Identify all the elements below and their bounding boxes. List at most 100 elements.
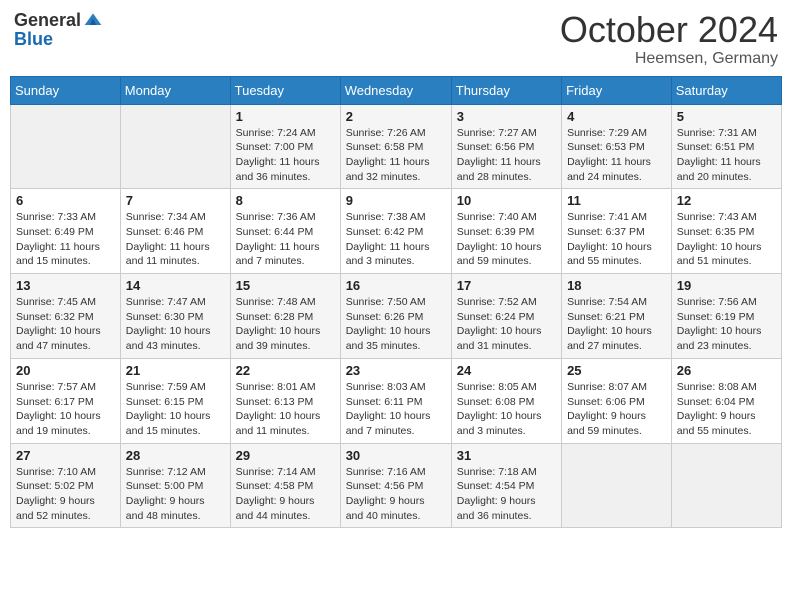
day-number: 30 [346,448,446,463]
calendar-cell: 31 Sunrise: 7:18 AM Sunset: 4:54 PM Dayli… [451,443,561,528]
calendar-cell [11,104,121,189]
title-section: October 2024 Heemsen, Germany [560,10,778,68]
calendar-cell: 6 Sunrise: 7:33 AM Sunset: 6:49 PM Daylig… [11,189,121,274]
calendar-cell: 29 Sunrise: 7:14 AM Sunset: 4:58 PM Dayli… [230,443,340,528]
weekday-header-thursday: Thursday [451,76,561,104]
weekday-header-monday: Monday [120,76,230,104]
day-info: Sunrise: 8:03 AM Sunset: 6:11 PM Dayligh… [346,380,446,439]
day-number: 3 [457,109,556,124]
weekday-header-saturday: Saturday [671,76,781,104]
calendar-cell: 7 Sunrise: 7:34 AM Sunset: 6:46 PM Daylig… [120,189,230,274]
weekday-header-wednesday: Wednesday [340,76,451,104]
calendar-week-3: 13Sunrise: 7:45 AM Sunset: 6:32 PM Dayli… [11,274,782,359]
calendar-cell [562,443,672,528]
day-number: 1 [236,109,335,124]
day-number: 23 [346,363,446,378]
day-info: Sunrise: 7:12 AM Sunset: 5:00 PM Dayligh… [126,465,225,524]
day-info: Sunrise: 7:54 AM Sunset: 6:21 PM Dayligh… [567,295,666,354]
calendar-cell: 3 Sunrise: 7:27 AM Sunset: 6:56 PM Daylig… [451,104,561,189]
calendar-table: SundayMondayTuesdayWednesdayThursdayFrid… [10,76,782,529]
calendar-cell [120,104,230,189]
calendar-cell: 10Sunrise: 7:40 AM Sunset: 6:39 PM Dayli… [451,189,561,274]
calendar-cell: 11Sunrise: 7:41 AM Sunset: 6:37 PM Dayli… [562,189,672,274]
day-number: 5 [677,109,776,124]
calendar-cell: 23 Sunrise: 8:03 AM Sunset: 6:11 PM Dayli… [340,358,451,443]
day-number: 20 [16,363,115,378]
calendar-cell: 28 Sunrise: 7:12 AM Sunset: 5:00 PM Dayli… [120,443,230,528]
day-info: Sunrise: 7:27 AM Sunset: 6:56 PM Dayligh… [457,126,556,185]
day-info: Sunrise: 7:59 AM Sunset: 6:15 PM Dayligh… [126,380,225,439]
calendar-cell: 16 Sunrise: 7:50 AM Sunset: 6:26 PM Dayli… [340,274,451,359]
calendar-cell: 27Sunrise: 7:10 AM Sunset: 5:02 PM Dayli… [11,443,121,528]
day-number: 16 [346,278,446,293]
day-number: 19 [677,278,776,293]
day-info: Sunrise: 7:38 AM Sunset: 6:42 PM Dayligh… [346,210,446,269]
day-info: Sunrise: 7:10 AM Sunset: 5:02 PM Dayligh… [16,465,115,524]
day-info: Sunrise: 7:40 AM Sunset: 6:39 PM Dayligh… [457,210,556,269]
day-number: 15 [236,278,335,293]
day-info: Sunrise: 7:18 AM Sunset: 4:54 PM Dayligh… [457,465,556,524]
logo: General Blue [14,10,103,49]
day-info: Sunrise: 7:50 AM Sunset: 6:26 PM Dayligh… [346,295,446,354]
day-number: 2 [346,109,446,124]
calendar-cell: 20Sunrise: 7:57 AM Sunset: 6:17 PM Dayli… [11,358,121,443]
day-info: Sunrise: 7:47 AM Sunset: 6:30 PM Dayligh… [126,295,225,354]
logo-blue: Blue [14,30,103,49]
calendar-cell: 26 Sunrise: 8:08 AM Sunset: 6:04 PM Dayli… [671,358,781,443]
day-number: 14 [126,278,225,293]
location: Heemsen, Germany [560,50,778,68]
calendar-cell: 2 Sunrise: 7:26 AM Sunset: 6:58 PM Daylig… [340,104,451,189]
day-info: Sunrise: 7:52 AM Sunset: 6:24 PM Dayligh… [457,295,556,354]
calendar-week-1: 1Sunrise: 7:24 AM Sunset: 7:00 PM Daylig… [11,104,782,189]
page-header: General Blue October 2024 Heemsen, Germa… [10,10,782,68]
day-number: 29 [236,448,335,463]
day-number: 9 [346,193,446,208]
calendar-cell: 19Sunrise: 7:56 AM Sunset: 6:19 PM Dayli… [671,274,781,359]
calendar-cell [671,443,781,528]
day-number: 25 [567,363,666,378]
day-info: Sunrise: 8:05 AM Sunset: 6:08 PM Dayligh… [457,380,556,439]
day-number: 13 [16,278,115,293]
day-number: 7 [126,193,225,208]
calendar-cell: 25Sunrise: 8:07 AM Sunset: 6:06 PM Dayli… [562,358,672,443]
day-number: 28 [126,448,225,463]
day-info: Sunrise: 7:26 AM Sunset: 6:58 PM Dayligh… [346,126,446,185]
calendar-week-4: 20Sunrise: 7:57 AM Sunset: 6:17 PM Dayli… [11,358,782,443]
calendar-cell: 21Sunrise: 7:59 AM Sunset: 6:15 PM Dayli… [120,358,230,443]
day-info: Sunrise: 7:43 AM Sunset: 6:35 PM Dayligh… [677,210,776,269]
month-title: October 2024 [560,10,778,50]
day-info: Sunrise: 7:33 AM Sunset: 6:49 PM Dayligh… [16,210,115,269]
day-info: Sunrise: 8:01 AM Sunset: 6:13 PM Dayligh… [236,380,335,439]
day-number: 4 [567,109,666,124]
day-info: Sunrise: 7:14 AM Sunset: 4:58 PM Dayligh… [236,465,335,524]
day-number: 26 [677,363,776,378]
calendar-cell: 18Sunrise: 7:54 AM Sunset: 6:21 PM Dayli… [562,274,672,359]
calendar-cell: 15 Sunrise: 7:48 AM Sunset: 6:28 PM Dayli… [230,274,340,359]
day-number: 12 [677,193,776,208]
logo-icon [83,10,103,30]
calendar-cell: 24 Sunrise: 8:05 AM Sunset: 6:08 PM Dayli… [451,358,561,443]
day-number: 22 [236,363,335,378]
day-info: Sunrise: 7:31 AM Sunset: 6:51 PM Dayligh… [677,126,776,185]
day-info: Sunrise: 7:34 AM Sunset: 6:46 PM Dayligh… [126,210,225,269]
calendar-cell: 17Sunrise: 7:52 AM Sunset: 6:24 PM Dayli… [451,274,561,359]
day-info: Sunrise: 7:41 AM Sunset: 6:37 PM Dayligh… [567,210,666,269]
day-number: 24 [457,363,556,378]
calendar-cell: 1Sunrise: 7:24 AM Sunset: 7:00 PM Daylig… [230,104,340,189]
day-info: Sunrise: 7:29 AM Sunset: 6:53 PM Dayligh… [567,126,666,185]
weekday-header-row: SundayMondayTuesdayWednesdayThursdayFrid… [11,76,782,104]
calendar-cell: 8Sunrise: 7:36 AM Sunset: 6:44 PM Daylig… [230,189,340,274]
day-info: Sunrise: 8:08 AM Sunset: 6:04 PM Dayligh… [677,380,776,439]
calendar-week-2: 6 Sunrise: 7:33 AM Sunset: 6:49 PM Daylig… [11,189,782,274]
calendar-cell: 4 Sunrise: 7:29 AM Sunset: 6:53 PM Daylig… [562,104,672,189]
day-info: Sunrise: 7:48 AM Sunset: 6:28 PM Dayligh… [236,295,335,354]
day-number: 6 [16,193,115,208]
calendar-cell: 30 Sunrise: 7:16 AM Sunset: 4:56 PM Dayli… [340,443,451,528]
weekday-header-tuesday: Tuesday [230,76,340,104]
day-info: Sunrise: 7:16 AM Sunset: 4:56 PM Dayligh… [346,465,446,524]
logo-general: General [14,11,81,30]
calendar-cell: 14 Sunrise: 7:47 AM Sunset: 6:30 PM Dayli… [120,274,230,359]
day-info: Sunrise: 7:36 AM Sunset: 6:44 PM Dayligh… [236,210,335,269]
calendar-week-5: 27Sunrise: 7:10 AM Sunset: 5:02 PM Dayli… [11,443,782,528]
day-number: 31 [457,448,556,463]
